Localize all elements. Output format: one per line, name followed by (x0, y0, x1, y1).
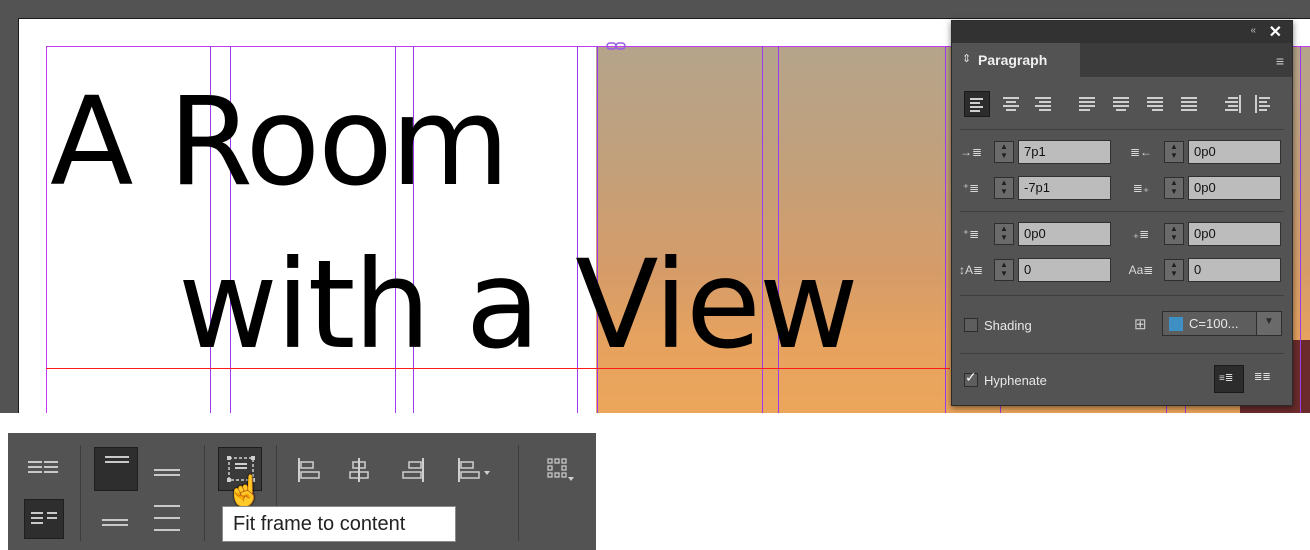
align-horizontal-centers-button[interactable] (338, 451, 378, 491)
headline-line2: with a View (178, 234, 859, 376)
align-towards-spine-button[interactable] (1220, 91, 1246, 117)
justify-all-button[interactable] (1176, 91, 1202, 117)
align-right-button[interactable] (1030, 91, 1056, 117)
shading-label: Shading (984, 318, 1032, 333)
headline-text-frame[interactable]: A Room with a View (50, 40, 950, 404)
space-after-icon: ₊≣ (1132, 227, 1150, 241)
align-left-edges-button[interactable] (288, 451, 328, 491)
headline-line1: A Room (50, 71, 510, 213)
hyphenate-label: Hyphenate (984, 373, 1047, 388)
distribute-options-button[interactable] (448, 451, 498, 491)
toolbar-separator (518, 445, 519, 541)
panel-menu-icon[interactable]: ≡ (1276, 53, 1284, 69)
space-after-field[interactable]: 0p0 (1188, 222, 1281, 246)
more-options-button[interactable] (538, 451, 578, 491)
margin-guide-left (46, 46, 47, 413)
shading-checkbox[interactable] (964, 318, 978, 332)
last-line-right-indent-icon: ≣₊ (1132, 181, 1150, 195)
align-left-button[interactable] (964, 91, 990, 117)
toolbar-separator (80, 445, 81, 541)
last-line-right-indent-field[interactable]: 0p0 (1188, 176, 1281, 200)
left-indent-stepper[interactable]: ▲ ▼ (994, 141, 1014, 163)
align-top-button[interactable] (94, 447, 138, 491)
first-line-indent-stepper[interactable]: ▲ ▼ (994, 177, 1014, 199)
paragraph-composer-button[interactable]: ≣≣ (1250, 365, 1280, 393)
align-center-button[interactable] (998, 91, 1024, 117)
justify-left-button[interactable] (1074, 91, 1100, 117)
justify-vertical-button[interactable] (148, 499, 188, 539)
checkmark-icon: ✓ (965, 369, 977, 385)
collapse-icon[interactable]: « (1250, 25, 1256, 36)
distribute-icon (458, 458, 490, 482)
balance-columns-button[interactable] (24, 451, 64, 491)
pasteboard-left (0, 0, 18, 413)
first-line-indent-icon: ⁺≣ (962, 181, 980, 195)
align-left-edges-icon (298, 458, 320, 482)
column-guide (1300, 46, 1301, 413)
align-right-edges-button[interactable] (392, 451, 432, 491)
paragraph-panel[interactable]: « ✕ ⇕ Paragraph ≡ →≣ ▲▼ 7p1 ≣← ▲▼ 0p0 (951, 20, 1293, 406)
panel-divider (960, 295, 1284, 296)
tab-arrows-icon: ⇕ (962, 53, 972, 65)
shading-color-select[interactable]: C=100... ▼ (1162, 311, 1282, 336)
grid-dots-icon (547, 458, 574, 481)
space-after-stepper[interactable]: ▲ ▼ (1164, 223, 1184, 245)
toolbar-separator (204, 445, 205, 541)
pasteboard (0, 0, 1310, 18)
justify-center-button[interactable] (1108, 91, 1134, 117)
drop-cap-lines-stepper[interactable]: ▲ ▼ (994, 259, 1014, 281)
panel-title-bar[interactable]: « ✕ (952, 21, 1292, 43)
right-indent-stepper[interactable]: ▲ ▼ (1164, 141, 1184, 163)
space-before-icon: ⁺≣ (962, 227, 980, 241)
drop-cap-lines-icon: ↕A≣ (958, 263, 984, 277)
tab-label: Paragraph (978, 52, 1048, 68)
left-indent-icon: →≣ (959, 145, 983, 159)
hyphenate-checkbox[interactable]: ✓ (964, 369, 978, 387)
drop-cap-chars-field[interactable]: 0 (1188, 258, 1281, 282)
align-centers-icon (349, 458, 369, 482)
tab-paragraph[interactable]: ⇕ Paragraph (952, 43, 1080, 78)
composer-icon: ≣≣ (1254, 372, 1271, 383)
right-indent-icon: ≣← (1129, 145, 1153, 159)
drop-cap-chars-stepper[interactable]: ▲ ▼ (1164, 259, 1184, 281)
space-before-field[interactable]: 0p0 (1018, 222, 1111, 246)
drop-cap-chars-icon: Aa≣ (1128, 263, 1154, 277)
composer-icon: ≡≣ (1219, 373, 1234, 384)
align-right-edges-icon (402, 458, 424, 482)
left-indent-field[interactable]: 7p1 (1018, 140, 1111, 164)
first-line-indent-field[interactable]: -7p1 (1018, 176, 1111, 200)
span-columns-button[interactable] (24, 499, 64, 539)
page-edge-left (18, 18, 19, 413)
shading-swatch (1169, 317, 1183, 331)
chevron-down-icon: ▼ (1264, 316, 1274, 327)
panel-divider (960, 211, 1284, 212)
shading-color-label: C=100... (1189, 316, 1239, 331)
space-before-stepper[interactable]: ▲ ▼ (994, 223, 1014, 245)
hand-cursor-icon: ☝ (226, 475, 264, 508)
justify-right-button[interactable] (1142, 91, 1168, 117)
panel-divider (960, 129, 1284, 130)
close-icon[interactable]: ✕ (1269, 22, 1282, 42)
single-line-composer-button[interactable]: ≡≣ (1214, 365, 1244, 393)
shading-grid-icon[interactable]: ⊞ (1134, 315, 1147, 333)
shading-dropdown-button[interactable]: ▼ (1256, 312, 1281, 335)
last-line-right-indent-stepper[interactable]: ▲ ▼ (1164, 177, 1184, 199)
align-away-from-spine-button[interactable] (1250, 91, 1276, 117)
align-center-vertical-button[interactable] (148, 453, 188, 493)
tooltip: Fit frame to content (222, 506, 456, 542)
drop-cap-lines-field[interactable]: 0 (1018, 258, 1111, 282)
right-indent-field[interactable]: 0p0 (1188, 140, 1281, 164)
align-bottom-button[interactable] (94, 499, 134, 539)
page-edge (18, 18, 1310, 19)
panel-divider (960, 353, 1284, 354)
